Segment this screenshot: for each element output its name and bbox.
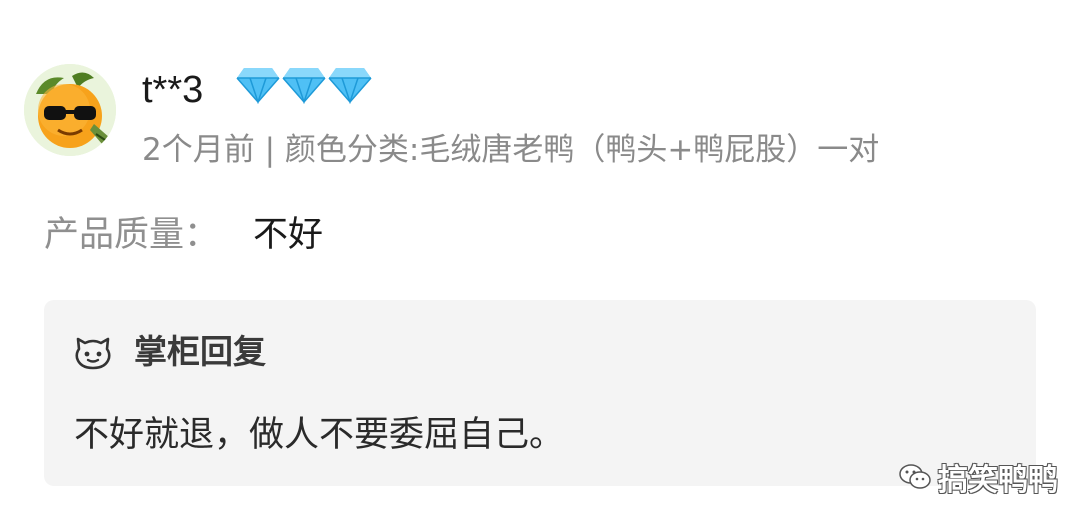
diamond-icon <box>236 68 280 104</box>
smile-face-icon <box>75 337 111 370</box>
wechat-icon <box>899 464 931 489</box>
quality-label: 产品质量： <box>44 215 220 255</box>
quality-value: 不好 <box>253 215 324 255</box>
diamond-icon <box>282 68 326 104</box>
reply-title: 掌柜回复 <box>134 332 266 371</box>
orange-sunglasses-avatar-icon <box>24 64 116 156</box>
watermark: 搞笑鸭鸭 <box>898 455 1058 499</box>
username[interactable]: t**3 <box>142 66 203 114</box>
product-quality-row: 产品质量： 不好 <box>44 210 323 260</box>
reply-text: 不好就退，做人不要委屈自己。 <box>74 415 565 455</box>
diamond-icon <box>328 68 372 104</box>
badge-group <box>236 64 372 104</box>
seller-reply-box: 掌柜回复 不好就退，做人不要委屈自己。 <box>44 300 1036 486</box>
review-meta: 2个月前 | 颜色分类:毛绒唐老鸭（鸭头+鸭屁股）一对 <box>142 132 880 168</box>
avatar[interactable] <box>24 64 116 156</box>
reply-header: 掌柜回复 <box>74 330 266 374</box>
watermark-text: 搞笑鸭鸭 <box>938 463 1058 498</box>
